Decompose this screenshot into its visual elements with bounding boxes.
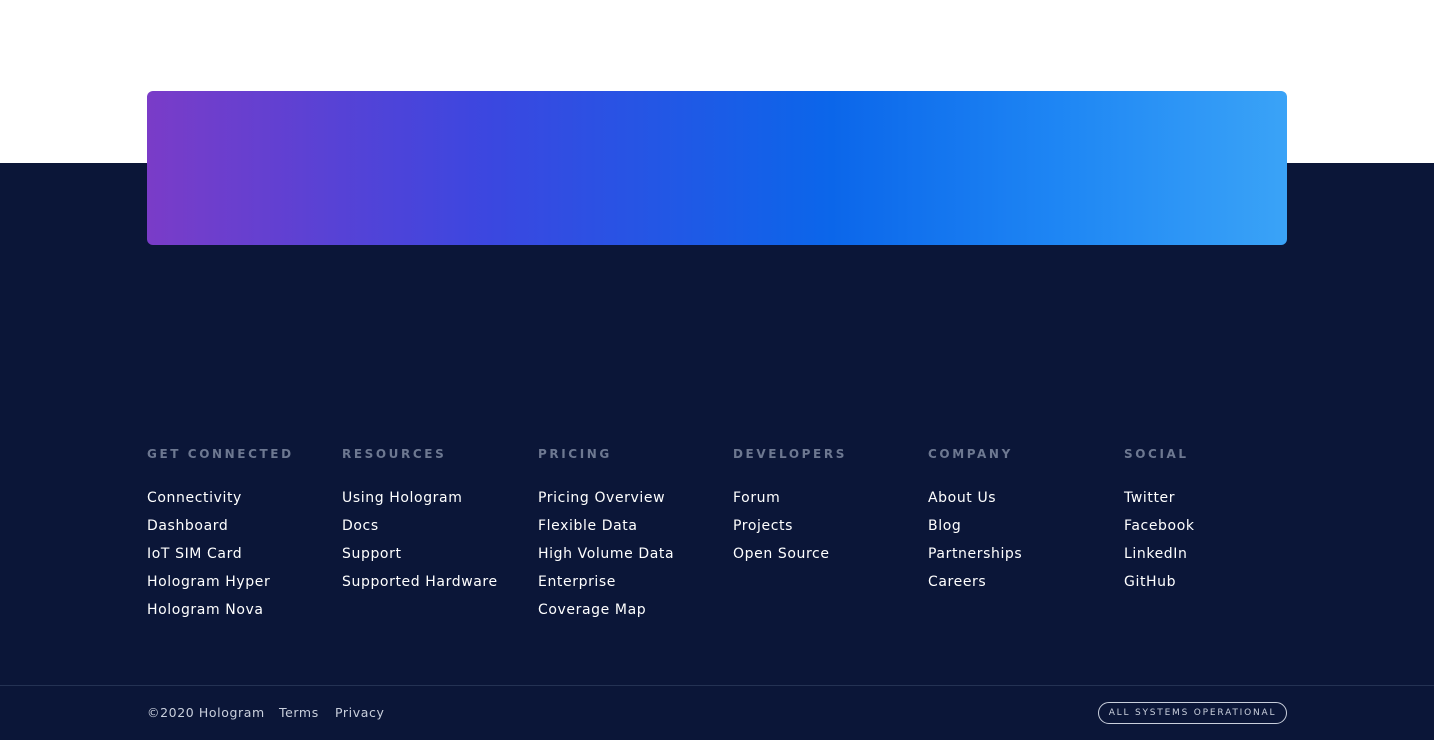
- footer-bottom-bar: ©2020 Hologram Terms Privacy ALL SYSTEMS…: [147, 700, 1287, 726]
- footer-link-blog[interactable]: Blog: [928, 512, 1118, 540]
- footer-link-flexible-data[interactable]: Flexible Data: [538, 512, 728, 540]
- footer-link-partnerships[interactable]: Partnerships: [928, 540, 1118, 568]
- footer-link-support[interactable]: Support: [342, 540, 532, 568]
- footer-link-docs[interactable]: Docs: [342, 512, 532, 540]
- link-list: Connectivity Dashboard IoT SIM Card Holo…: [147, 484, 337, 624]
- footer-link-twitter[interactable]: Twitter: [1124, 484, 1314, 512]
- link-list: Using Hologram Docs Support Supported Ha…: [342, 484, 532, 596]
- column-heading: PRICING: [538, 447, 612, 461]
- footer-link-about-us[interactable]: About Us: [928, 484, 1118, 512]
- privacy-link[interactable]: Privacy: [335, 700, 384, 726]
- footer-link-iot-sim-card[interactable]: IoT SIM Card: [147, 540, 337, 568]
- footer-link-enterprise[interactable]: Enterprise: [538, 568, 728, 596]
- link-list: Forum Projects Open Source: [733, 484, 923, 568]
- footer-column-developers: DEVELOPERS Forum Projects Open Source: [733, 446, 923, 568]
- footer-column-get-connected: GET CONNECTED Connectivity Dashboard IoT…: [147, 446, 337, 624]
- footer-link-coverage-map[interactable]: Coverage Map: [538, 596, 728, 624]
- column-heading: COMPANY: [928, 447, 1013, 461]
- gradient-banner: [147, 91, 1287, 245]
- link-list: Pricing Overview Flexible Data High Volu…: [538, 484, 728, 624]
- footer-link-linkedin[interactable]: LinkedIn: [1124, 540, 1314, 568]
- footer-link-high-volume-data[interactable]: High Volume Data: [538, 540, 728, 568]
- footer-link-hologram-hyper[interactable]: Hologram Hyper: [147, 568, 337, 596]
- terms-link[interactable]: Terms: [279, 700, 319, 726]
- footer-column-pricing: PRICING Pricing Overview Flexible Data H…: [538, 446, 728, 624]
- column-heading: GET CONNECTED: [147, 447, 294, 461]
- footer-column-social: SOCIAL Twitter Facebook LinkedIn GitHub: [1124, 446, 1314, 596]
- column-heading: DEVELOPERS: [733, 447, 847, 461]
- column-heading: SOCIAL: [1124, 447, 1189, 461]
- footer-divider: [0, 685, 1434, 686]
- footer-link-dashboard[interactable]: Dashboard: [147, 512, 337, 540]
- footer-link-facebook[interactable]: Facebook: [1124, 512, 1314, 540]
- footer-link-connectivity[interactable]: Connectivity: [147, 484, 337, 512]
- footer-link-supported-hardware[interactable]: Supported Hardware: [342, 568, 532, 596]
- footer-link-github[interactable]: GitHub: [1124, 568, 1314, 596]
- footer-link-open-source[interactable]: Open Source: [733, 540, 923, 568]
- footer-column-company: COMPANY About Us Blog Partnerships Caree…: [928, 446, 1118, 596]
- footer-link-hologram-nova[interactable]: Hologram Nova: [147, 596, 337, 624]
- footer-link-using-hologram[interactable]: Using Hologram: [342, 484, 532, 512]
- system-status-badge[interactable]: ALL SYSTEMS OPERATIONAL: [1098, 702, 1287, 724]
- copyright-text: ©2020 Hologram: [147, 705, 265, 720]
- footer-link-projects[interactable]: Projects: [733, 512, 923, 540]
- link-list: Twitter Facebook LinkedIn GitHub: [1124, 484, 1314, 596]
- column-heading: RESOURCES: [342, 447, 447, 461]
- footer-link-pricing-overview[interactable]: Pricing Overview: [538, 484, 728, 512]
- footer-link-careers[interactable]: Careers: [928, 568, 1118, 596]
- footer-column-resources: RESOURCES Using Hologram Docs Support Su…: [342, 446, 532, 596]
- link-list: About Us Blog Partnerships Careers: [928, 484, 1118, 596]
- footer-link-columns: GET CONNECTED Connectivity Dashboard IoT…: [147, 446, 1287, 626]
- footer-link-forum[interactable]: Forum: [733, 484, 923, 512]
